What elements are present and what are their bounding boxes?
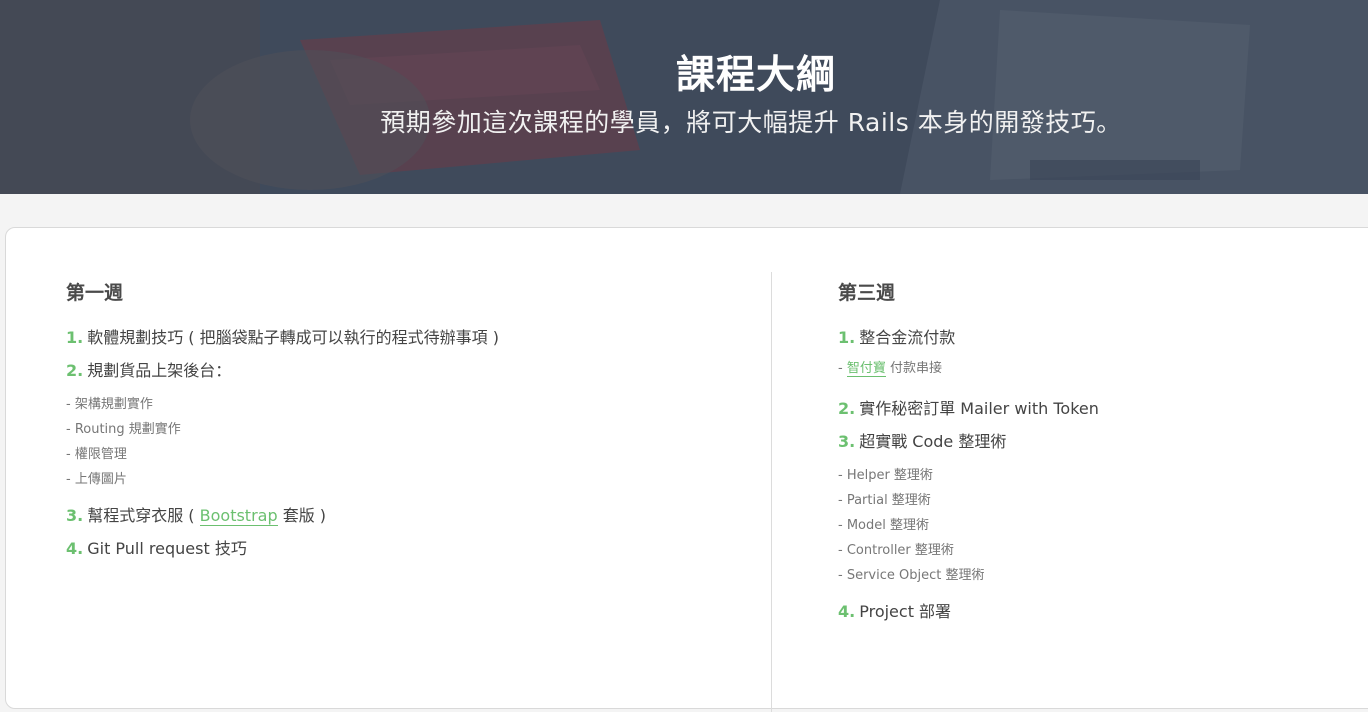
item-text: 規劃貨品上架後台： [87,361,232,380]
item-text: 軟體規劃技巧 ( 把腦袋點子轉成可以執行的程式待辦事項 ) [87,328,499,347]
week-3-item-2: 2. 實作秘密訂單 Mailer with Token [838,398,1099,431]
week-1-column: 第一週 1. 軟體規劃技巧 ( 把腦袋點子轉成可以執行的程式待辦事項 ) 2. 規劃… [66,281,499,571]
item-number: 1. [66,328,84,347]
week-1-item-2-sublist: - 架構規劃實作 - Routing 規劃實作 - 權限管理 - 上傳圖片 [66,395,499,495]
sub-item: - 權限管理 [66,447,127,462]
sub-text: 付款串接 [885,361,942,376]
week-1-item-2: 2. 規劃貨品上架後台： [66,360,499,393]
item-text: Git Pull request 技巧 [87,539,247,558]
sub-item: - Routing 規劃實作 [66,422,181,437]
item-text: 超實戰 Code 整理術 [859,432,1007,451]
week-3-item-3: 3. 超實戰 Code 整理術 [838,431,1099,464]
page-title: 課程大綱 [675,53,836,98]
sub-item: - Controller 整理術 [838,543,954,558]
item-number: 4. [66,539,84,558]
payment-provider-link[interactable]: 智付寶 [846,361,886,377]
week-1-item-4: 4. Git Pull request 技巧 [66,538,499,571]
item-text: 整合金流付款 [859,328,956,347]
week-3-title: 第三週 [838,282,896,304]
column-divider [771,272,772,712]
week-3-item-3-sublist: - Helper 整理術 - Partial 整理術 - Model 整理術 -… [838,466,1099,591]
item-number: 3. [838,432,856,451]
item-text: Project 部署 [859,602,952,621]
item-text-post: 套版 ) [277,506,327,525]
syllabus-card: 第一週 1. 軟體規劃技巧 ( 把腦袋點子轉成可以執行的程式待辦事項 ) 2. 規劃… [5,227,1368,712]
week-1-item-1: 1. 軟體規劃技巧 ( 把腦袋點子轉成可以執行的程式待辦事項 ) [66,327,499,360]
item-number: 2. [838,399,856,418]
week-3-item-1: 1. 整合金流付款 [838,327,1099,360]
sub-dash: - [838,361,847,376]
week-1-title: 第一週 [66,282,124,304]
sub-item: - Partial 整理術 [838,493,931,508]
sub-item: - 上傳圖片 [66,472,127,487]
sub-item: - Service Object 整理術 [838,568,985,583]
sub-item: - Helper 整理術 [838,468,933,483]
item-number: 1. [838,328,856,347]
week-3-item-1-sub: - 智付寶 付款串接 [838,358,1099,398]
week-3-column: 第三週 1. 整合金流付款 - 智付寶 付款串接 2. 實作秘密訂單 Mailer … [838,281,1099,634]
item-text-pre: 幫程式穿衣服 ( [87,506,200,525]
page-subtitle: 預期參加這次課程的學員，將可大幅提升 Rails 本身的開發技巧。 [380,108,1122,137]
item-number: 2. [66,361,84,380]
item-number: 4. [838,602,856,621]
sub-item: - Model 整理術 [838,518,929,533]
item-number: 3. [66,506,84,525]
bootstrap-link[interactable]: Bootstrap [199,506,278,526]
week-3-item-4: 4. Project 部署 [838,601,1099,634]
week-1-item-3: 3. 幫程式穿衣服 ( Bootstrap 套版 ) [66,505,499,538]
hero-banner: 課程大綱 預期參加這次課程的學員，將可大幅提升 Rails 本身的開發技巧。 [0,0,1368,194]
sub-item: - 架構規劃實作 [66,397,153,412]
item-text: 實作秘密訂單 Mailer with Token [859,399,1099,418]
